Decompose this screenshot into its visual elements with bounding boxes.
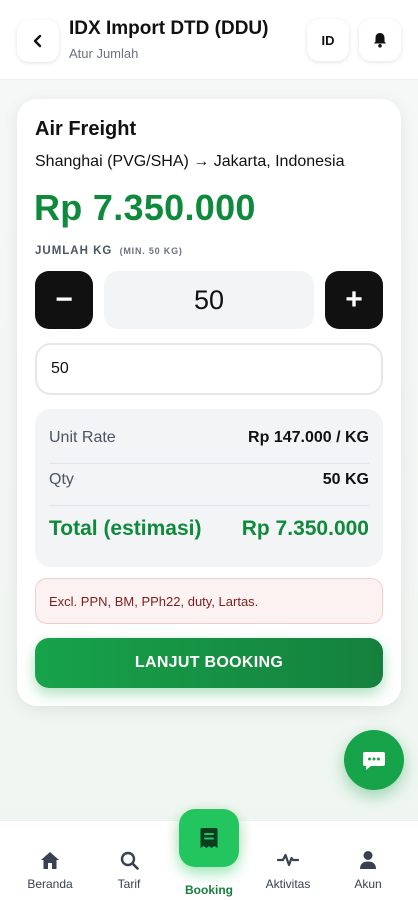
freight-card: Air Freight Shanghai (PVG/SHA) → Jakarta… — [17, 99, 401, 706]
total-value: Rp 7.350.000 — [241, 517, 369, 540]
price-total: Rp 7.350.000 — [34, 187, 256, 228]
unit-rate-value: Rp 147.000 / KG — [248, 429, 369, 446]
bell-icon — [374, 33, 386, 48]
unit-rate-row: Unit Rate Rp 147.000 / KG — [49, 429, 369, 447]
nav-label: Aktivitas — [265, 877, 311, 891]
back-button[interactable] — [17, 20, 59, 62]
qty-label-text: JUMLAH KG — [35, 245, 113, 257]
route-text: Shanghai (PVG/SHA) → Jakarta, Indonesia — [35, 153, 345, 170]
nav-label: Tarif — [117, 877, 141, 891]
app-header: IDX Import DTD (DDU) Atur Jumlah ID — [0, 0, 418, 80]
quantity-input[interactable] — [35, 343, 383, 395]
continue-booking-button[interactable]: LANJUT BOOKING — [35, 638, 383, 688]
home-icon — [41, 851, 59, 869]
qty-label: JUMLAH KG (MIN. 50 KG) — [35, 245, 183, 257]
nav-item-beranda[interactable]: Beranda — [15, 821, 85, 900]
receipt-icon — [200, 828, 218, 848]
qty-row-label: Qty — [49, 471, 74, 488]
notification-button[interactable] — [359, 19, 401, 61]
divider — [49, 463, 369, 464]
increment-button[interactable]: + — [325, 271, 383, 329]
qty-row: Qty 50 KG — [49, 471, 369, 489]
page-subtitle: Atur Jumlah — [69, 46, 139, 61]
qty-row-value: 50 KG — [322, 471, 369, 488]
user-icon — [360, 851, 376, 869]
language-button[interactable]: ID — [307, 19, 349, 61]
decrement-button[interactable]: − — [35, 271, 93, 329]
divider — [49, 505, 369, 506]
quantity-stepper-value: 50 — [104, 271, 314, 329]
total-row: Total (estimasi) Rp 7.350.000 — [49, 517, 369, 541]
freight-mode: Air Freight — [35, 118, 137, 140]
activity-icon — [277, 853, 299, 867]
total-label: Total (estimasi) — [49, 517, 202, 540]
nav-item-akun[interactable]: Akun — [333, 821, 403, 900]
chat-icon — [363, 752, 385, 770]
nav-item-aktivitas[interactable]: Aktivitas — [253, 821, 323, 900]
search-icon — [120, 851, 139, 870]
nav-label: Booking — [185, 883, 233, 897]
page-title: IDX Import DTD (DDU) — [69, 18, 269, 39]
qty-min-text: (MIN. 50 KG) — [119, 246, 183, 256]
chat-button[interactable] — [344, 730, 404, 790]
chevron-left-icon — [33, 34, 42, 48]
exclusion-notice: Excl. PPN, BM, PPh22, duty, Lartas. — [35, 578, 383, 624]
nav-label: Akun — [354, 877, 382, 891]
cost-summary: Unit Rate Rp 147.000 / KG Qty 50 KG Tota… — [35, 409, 383, 567]
booking-button[interactable] — [179, 809, 239, 867]
nav-item-tarif[interactable]: Tarif — [94, 821, 164, 900]
unit-rate-label: Unit Rate — [49, 429, 116, 446]
nav-label: Beranda — [27, 877, 73, 891]
